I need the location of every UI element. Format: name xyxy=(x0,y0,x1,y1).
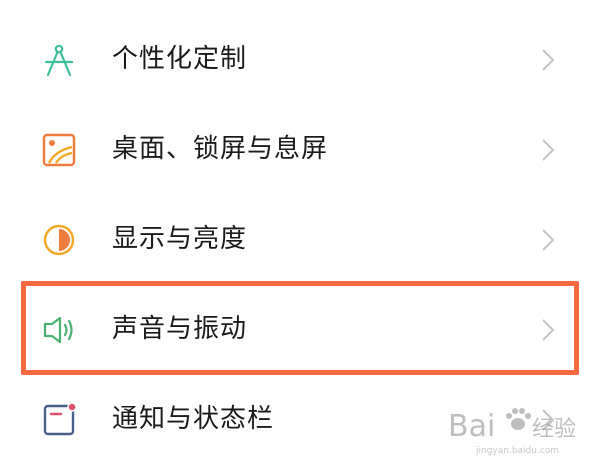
speaker-icon xyxy=(40,311,78,349)
svg-text:Bai: Bai xyxy=(448,409,495,444)
compass-icon xyxy=(40,41,78,79)
settings-list: 个性化定制 桌面、锁屏与息屏 显示与亮度 声音与振动 通知与状态栏 xyxy=(0,14,603,464)
chevron-right-icon xyxy=(538,46,558,74)
wallpaper-icon xyxy=(40,131,78,169)
settings-item-wallpaper[interactable]: 桌面、锁屏与息屏 xyxy=(0,104,603,194)
chevron-right-icon xyxy=(538,226,558,254)
settings-item-sound[interactable]: 声音与振动 xyxy=(0,284,603,374)
brightness-icon xyxy=(40,221,78,259)
watermark-logo: Bai 经验 jingyan.baidu.com xyxy=(446,400,600,462)
settings-item-personalization[interactable]: 个性化定制 xyxy=(0,14,603,104)
settings-item-label: 显示与亮度 xyxy=(112,224,248,254)
settings-item-label: 桌面、锁屏与息屏 xyxy=(112,134,329,164)
settings-item-label: 个性化定制 xyxy=(112,44,248,74)
settings-item-label: 声音与振动 xyxy=(112,314,248,344)
settings-item-display[interactable]: 显示与亮度 xyxy=(0,194,603,284)
watermark-domain: jingyan.baidu.com xyxy=(476,446,560,456)
settings-item-label: 通知与状态栏 xyxy=(112,404,275,434)
chevron-right-icon xyxy=(538,136,558,164)
chevron-right-icon xyxy=(538,316,558,344)
svg-text:经验: 经验 xyxy=(532,417,576,442)
notification-icon xyxy=(40,401,78,439)
settings-screen: 个性化定制 桌面、锁屏与息屏 显示与亮度 声音与振动 通知与状态栏 Bai 经验… xyxy=(0,0,603,468)
